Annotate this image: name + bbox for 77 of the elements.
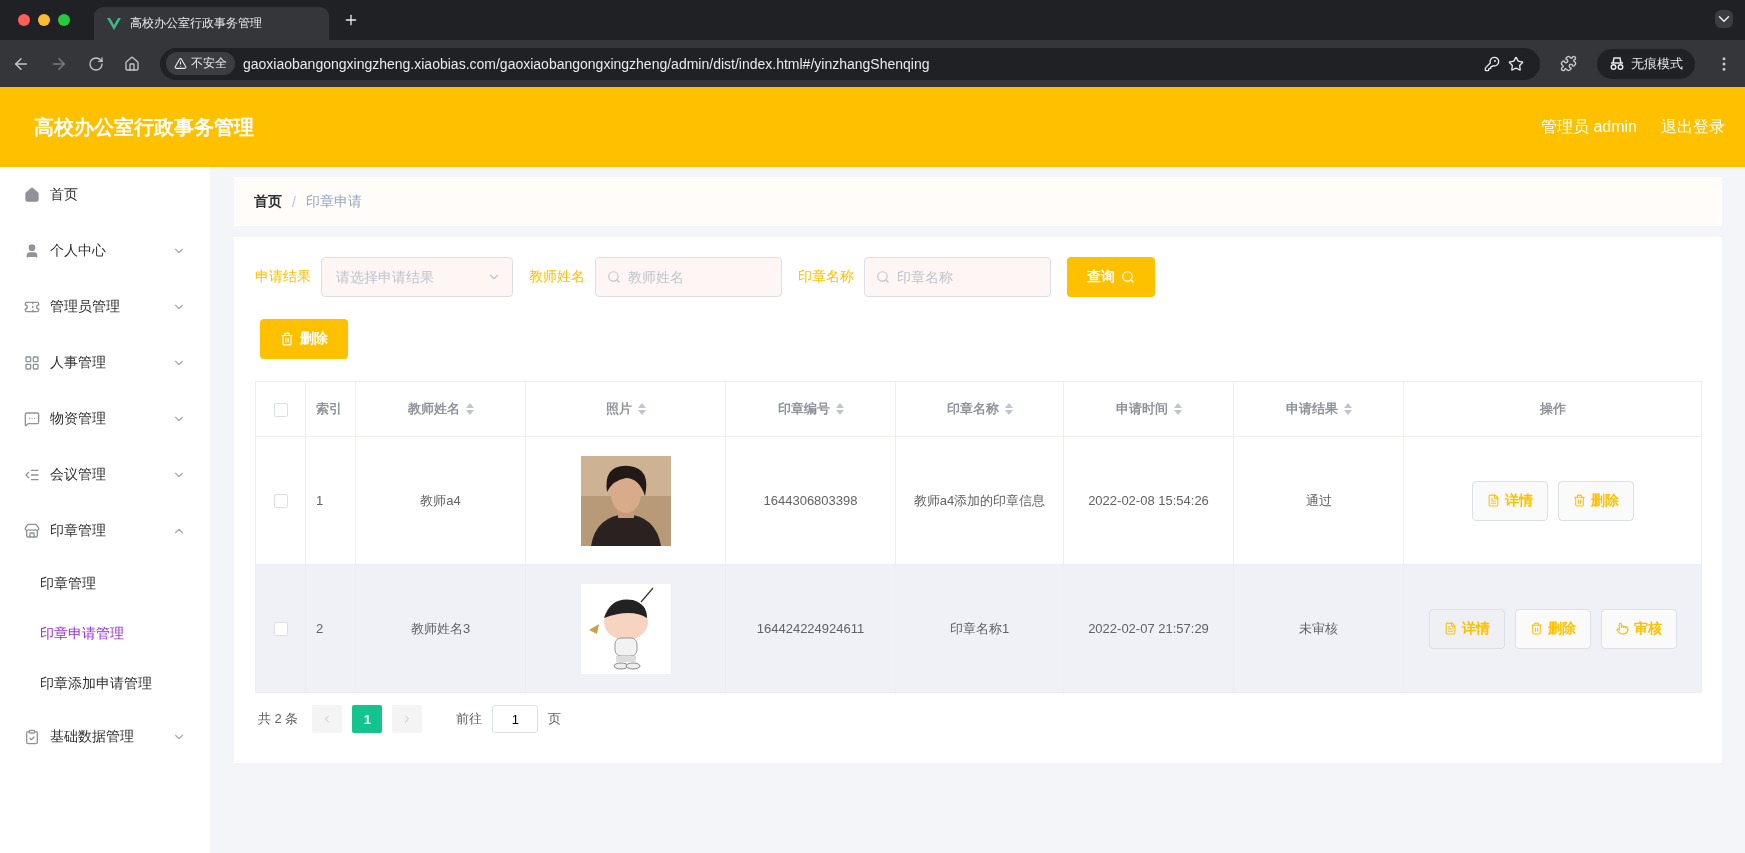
trash-icon — [280, 332, 294, 346]
table-cell: 印章名称1 — [895, 564, 1064, 693]
sidebar-item[interactable]: 首页 — [0, 167, 210, 223]
search-icon — [876, 270, 890, 284]
table-cell: 教师姓名3 — [355, 564, 526, 693]
menu-item-icon — [24, 299, 40, 315]
sidebar-subitem[interactable]: 印章管理 — [0, 559, 210, 609]
sidebar-item[interactable]: 个人中心 — [0, 223, 210, 279]
key-icon[interactable] — [1484, 55, 1500, 72]
sidebar-item[interactable]: 物资管理 — [0, 391, 210, 447]
bookmark-star-icon[interactable] — [1508, 55, 1524, 72]
maximize-window-button[interactable] — [58, 14, 70, 26]
breadcrumb-item: 印章申请 — [305, 192, 362, 211]
document-icon — [1486, 494, 1500, 507]
table-cell: 1644306803398 — [725, 436, 896, 565]
menu-item-icon — [24, 355, 40, 371]
reload-icon[interactable] — [88, 55, 104, 72]
search-field[interactable]: 印章名称 — [864, 257, 1051, 297]
table-cell: 教师a4添加的印章信息 — [895, 436, 1064, 565]
table-cell: 2022-02-07 21:57:29 — [1063, 564, 1234, 693]
document-icon — [1443, 622, 1457, 635]
table-cell: 未审核 — [1233, 564, 1404, 693]
new-tab-icon[interactable] — [343, 12, 359, 28]
select-all-checkbox[interactable] — [273, 402, 288, 417]
table-cell: 1 — [305, 436, 356, 565]
sidebar-item[interactable]: 印章管理 — [0, 503, 210, 559]
filter-label: 印章名称 — [798, 268, 854, 286]
home-icon[interactable] — [124, 55, 140, 72]
incognito-badge[interactable]: 无痕模式 — [1597, 48, 1695, 79]
sidebar-item[interactable]: 基础数据管理 — [0, 709, 210, 765]
pointing-hand-icon — [1615, 622, 1629, 635]
search-icon — [607, 270, 621, 284]
table-cell: 2 — [305, 564, 356, 693]
app-title: 高校办公室行政事务管理 — [34, 114, 255, 140]
user-label: 管理员 admin — [1540, 116, 1637, 137]
menu-item-icon — [24, 523, 40, 539]
breadcrumb-item[interactable]: 首页 — [254, 192, 282, 211]
table-cell: 教师a4 — [355, 436, 526, 565]
table-cell: 通过 — [1233, 436, 1404, 565]
v-logo-icon — [106, 15, 122, 32]
browser-tab[interactable]: 高校办公室行政事务管理 — [94, 7, 329, 40]
page-input[interactable]: 1 — [492, 705, 539, 733]
menu-item-icon — [24, 467, 40, 483]
extensions-icon[interactable] — [1560, 55, 1577, 72]
sidebar-subitem[interactable]: 印章申请管理 — [0, 609, 210, 659]
table-cell: 2022-02-08 15:54:26 — [1063, 436, 1234, 565]
sidebar-subitem[interactable]: 印章添加申请管理 — [0, 659, 210, 709]
menu-item-icon — [24, 411, 40, 427]
column-header: 索引 — [316, 401, 342, 416]
sidebar-item[interactable]: 人事管理 — [0, 335, 210, 391]
tab-list-icon[interactable] — [1715, 10, 1733, 28]
search-icon — [1121, 270, 1135, 284]
search-field[interactable]: 教师姓名 — [595, 257, 782, 297]
minimize-window-button[interactable] — [38, 14, 50, 26]
trash-icon — [1529, 622, 1543, 635]
menu-item-icon — [24, 243, 40, 259]
column-header: 操作 — [1539, 401, 1566, 416]
filter-label: 申请结果 — [255, 268, 311, 286]
row-checkbox[interactable] — [273, 622, 288, 637]
page-suffix: 页 — [548, 710, 562, 728]
table-cell: 164424224924611 — [725, 564, 896, 693]
menu-item-icon — [24, 729, 40, 745]
address-bar[interactable]: 不安全 gaoxiaobangongxingzheng.xiaobias.com/gaoxiaobangongxingzheng/admin/dist/index.html#/yinzhangShenqing — [160, 47, 1540, 80]
total-count: 共 2 条 — [258, 710, 299, 728]
select-field[interactable]: 请选择申请结果 — [321, 257, 513, 297]
warning-icon — [174, 57, 187, 70]
sidebar-item[interactable]: 会议管理 — [0, 447, 210, 503]
close-window-button[interactable] — [18, 14, 30, 26]
incognito-icon — [1609, 56, 1625, 71]
sidebar-item[interactable]: 管理员管理 — [0, 279, 210, 335]
row-checkbox[interactable] — [273, 494, 288, 509]
breadcrumb-separator: / — [292, 193, 296, 210]
goto-label: 前往 — [456, 710, 483, 728]
security-warning[interactable]: 不安全 — [166, 52, 235, 75]
trash-icon — [1572, 494, 1586, 507]
menu-item-icon — [24, 187, 40, 203]
filter-label: 教师姓名 — [529, 268, 585, 286]
